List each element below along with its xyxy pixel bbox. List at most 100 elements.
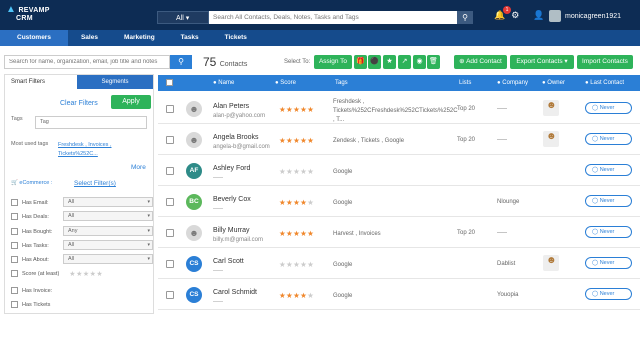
owner-avatar[interactable]: ☻ — [543, 100, 559, 116]
filter-select[interactable]: All ▾ — [63, 254, 153, 264]
contact-name[interactable]: Carol Schmidt — [213, 289, 257, 296]
last-contact-button[interactable]: ◯ Never — [585, 257, 632, 269]
filter-select[interactable]: All ▾ — [63, 197, 153, 207]
owner-avatar[interactable]: ☻ — [543, 131, 559, 147]
star-icon[interactable]: ★ — [286, 167, 293, 176]
row-checkbox[interactable] — [166, 136, 174, 144]
table-row[interactable]: ☻ Alan Peters alan-p@yahoo.com ★★★★★ Freshde… — [158, 93, 640, 124]
score-stars[interactable]: ★★★★★ — [279, 136, 314, 145]
bell-icon[interactable]: 🔔 1 — [494, 6, 511, 21]
table-row[interactable]: CS Carol Schmidt ----- ★★★★★ Google Youopia ◯ … — [158, 279, 640, 310]
star-icon[interactable]: ★ — [279, 167, 286, 176]
nav-customers[interactable]: Customers — [0, 30, 68, 46]
avatar[interactable]: ☻ — [186, 225, 202, 241]
checkbox[interactable] — [11, 213, 18, 220]
global-search-input[interactable] — [209, 11, 457, 24]
import-contacts-button[interactable]: Import Contacts — [577, 55, 633, 69]
filter-select[interactable]: Any ▾ — [63, 226, 153, 236]
header-score[interactable]: ● Score — [275, 75, 296, 91]
table-row[interactable]: CS Carl Scott ----- ★★★★★ Google Dablist ☻ ◯ Ne… — [158, 248, 640, 279]
contact-name[interactable]: Ashley Ford — [213, 165, 250, 172]
avatar[interactable]: BC — [186, 194, 202, 210]
score-stars[interactable]: ★★★★★ — [279, 291, 314, 300]
add-user-icon[interactable]: 👤 — [533, 10, 544, 21]
checkbox[interactable] — [11, 301, 18, 308]
filter-select[interactable]: All ▾ — [63, 240, 153, 250]
nav-tickets[interactable]: Tickets — [212, 30, 260, 46]
row-checkbox[interactable] — [166, 291, 174, 299]
nav-marketing[interactable]: Marketing — [111, 30, 168, 46]
search-scope-dropdown[interactable]: All ▾ — [157, 11, 209, 24]
contact-name[interactable]: Carl Scott — [213, 258, 244, 265]
checkbox[interactable] — [11, 242, 18, 249]
more-link[interactable]: More — [131, 164, 146, 171]
tag-icon[interactable]: ⚫ — [368, 55, 381, 69]
search-icon[interactable]: ⚲ — [457, 11, 473, 24]
tab-segments[interactable]: Segments — [77, 75, 153, 89]
nav-sales[interactable]: Sales — [68, 30, 111, 46]
filter-select[interactable]: All ▾ — [63, 211, 153, 221]
score-stars[interactable]: ★★★★★ — [279, 105, 314, 114]
score-stars[interactable]: ★★★★★ — [279, 260, 314, 269]
contact-search-input[interactable] — [4, 55, 170, 69]
assign-to-button[interactable]: Assign To — [314, 55, 352, 69]
avatar[interactable]: AF — [186, 163, 202, 179]
star-icon[interactable]: ★ — [279, 291, 286, 300]
nav-tasks[interactable]: Tasks — [168, 30, 212, 46]
checkbox[interactable] — [11, 287, 18, 294]
star-icon[interactable]: ★ — [307, 136, 314, 145]
gift-icon[interactable]: 🎁 — [354, 55, 367, 69]
last-contact-button[interactable]: ◯ Never — [585, 226, 632, 238]
owner-avatar[interactable]: ☻ — [543, 255, 559, 271]
star-icon[interactable]: ★ — [279, 229, 286, 238]
star-icon[interactable]: ★ — [286, 136, 293, 145]
checkbox[interactable] — [11, 270, 18, 277]
star-icon[interactable]: ★ — [307, 198, 314, 207]
contact-name[interactable]: Billy Murray — [213, 227, 250, 234]
apply-button[interactable]: Apply — [111, 95, 151, 109]
star-icon[interactable]: ★ — [307, 105, 314, 114]
avatar[interactable]: ☻ — [186, 132, 202, 148]
score-stars[interactable]: ★★★★★ — [279, 167, 314, 176]
last-contact-button[interactable]: ◯ Never — [585, 164, 632, 176]
header-name[interactable]: ● Name — [213, 75, 234, 91]
star-icon[interactable]: ★ — [279, 136, 286, 145]
contact-name[interactable]: Angela Brooks — [213, 134, 259, 141]
row-checkbox[interactable] — [166, 198, 174, 206]
tags-input[interactable]: Tag — [35, 116, 147, 129]
star-icon[interactable]: ★ — [286, 260, 293, 269]
star-icon[interactable]: ★ — [279, 260, 286, 269]
checkbox[interactable] — [11, 228, 18, 235]
brand-logo[interactable]: ▲ REVAMP CRM — [6, 5, 50, 23]
export-contacts-button[interactable]: Export Contacts ▾ — [510, 55, 574, 69]
contact-name[interactable]: Alan Peters — [213, 103, 249, 110]
star-icon[interactable]: ★ — [383, 55, 396, 69]
header-company[interactable]: ● Company — [497, 75, 528, 91]
row-checkbox[interactable] — [166, 260, 174, 268]
row-checkbox[interactable] — [166, 105, 174, 113]
star-icon[interactable]: ★ — [286, 229, 293, 238]
star-icon[interactable]: ★ — [307, 229, 314, 238]
last-contact-button[interactable]: ◯ Never — [585, 195, 632, 207]
last-contact-button[interactable]: ◯ Never — [585, 102, 632, 114]
header-last-contact[interactable]: ● Last Contact — [585, 75, 624, 91]
location-icon[interactable]: ◉ — [413, 55, 426, 69]
search-icon[interactable]: ⚲ — [170, 55, 192, 69]
select-all-checkbox[interactable] — [166, 79, 173, 86]
star-icon[interactable]: ★ — [307, 260, 314, 269]
star-icon[interactable]: ★ — [286, 198, 293, 207]
score-stars[interactable]: ★★★★★ — [279, 198, 314, 207]
checkbox[interactable] — [11, 256, 18, 263]
avatar[interactable]: CS — [186, 287, 202, 303]
trash-icon[interactable]: 🗑 — [427, 55, 440, 69]
avatar[interactable]: CS — [186, 256, 202, 272]
star-icon[interactable]: ★ — [286, 105, 293, 114]
contact-name[interactable]: Beverly Cox — [213, 196, 251, 203]
add-contact-button[interactable]: ⊕ Add Contact — [454, 55, 507, 69]
avatar[interactable] — [549, 10, 561, 22]
checkbox[interactable] — [11, 199, 18, 206]
last-contact-button[interactable]: ◯ Never — [585, 288, 632, 300]
score-stars[interactable]: ★★★★★ — [279, 229, 314, 238]
row-checkbox[interactable] — [166, 229, 174, 237]
tab-smart-filters[interactable]: Smart Filters — [5, 75, 77, 89]
